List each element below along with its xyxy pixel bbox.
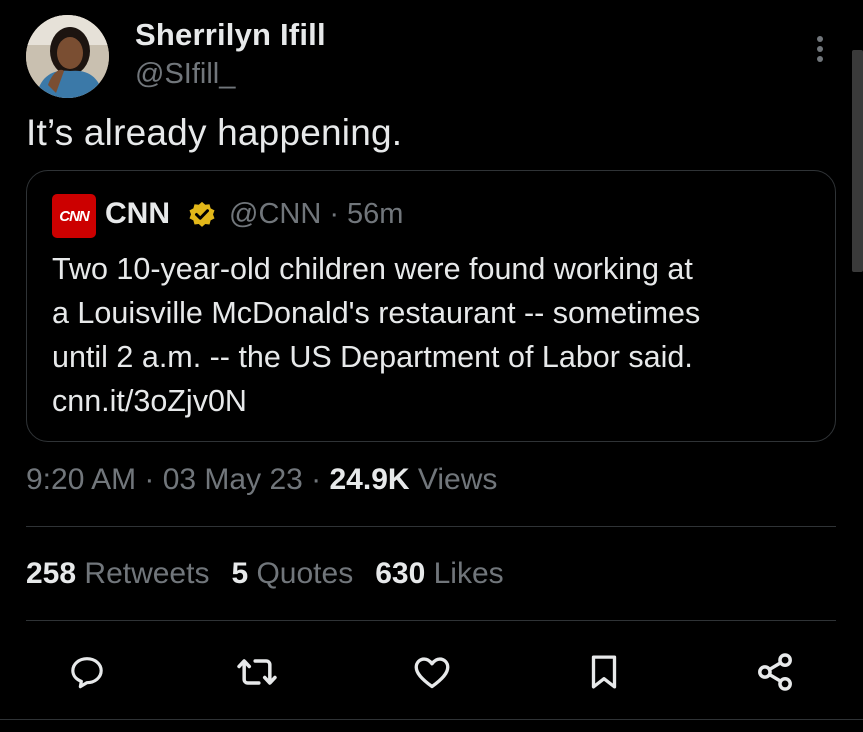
likes-stat[interactable]: 630 Likes bbox=[375, 557, 503, 590]
views-count: 24.9K bbox=[329, 463, 410, 496]
cnn-logo-text: CNN bbox=[59, 207, 89, 225]
scrollbar[interactable] bbox=[852, 50, 863, 272]
avatar[interactable] bbox=[26, 15, 109, 98]
likes-label: Likes bbox=[425, 557, 504, 590]
quoted-body-line: Two 10-year-old children were found work… bbox=[52, 252, 693, 286]
quotes-label: Quotes bbox=[248, 557, 354, 590]
quoted-tweet-body: Two 10-year-old children were found work… bbox=[52, 247, 822, 423]
retweet-icon bbox=[237, 659, 277, 685]
like-button[interactable] bbox=[410, 650, 454, 694]
tweet-time-date[interactable]: 9:20 AM · 03 May 23 · bbox=[26, 463, 329, 496]
tweet-meta: 9:20 AM · 03 May 23 · 24.9K Views bbox=[26, 463, 497, 497]
quoted-body-line: a Louisville McDonald's restaurant -- so… bbox=[52, 296, 701, 330]
retweets-stat[interactable]: 258 Retweets bbox=[26, 557, 209, 590]
author-handle[interactable]: @SIfill_ bbox=[135, 58, 235, 91]
bookmark-icon bbox=[591, 655, 617, 689]
likes-count: 630 bbox=[375, 557, 426, 590]
tweet-text: It’s already happening. bbox=[26, 112, 403, 153]
share-button[interactable] bbox=[753, 650, 797, 694]
retweets-count: 258 bbox=[26, 557, 77, 590]
like-icon bbox=[414, 657, 450, 689]
share-icon bbox=[758, 653, 792, 691]
quoted-author-name: CNN bbox=[105, 197, 170, 230]
quoted-body-line: until 2 a.m. -- the US Department of Lab… bbox=[52, 340, 693, 374]
more-options-icon[interactable] bbox=[808, 30, 832, 70]
retweet-button[interactable] bbox=[235, 650, 279, 694]
quoted-tweet-card[interactable]: CNN CNN @CNN · 56m Two 10-year-old child… bbox=[26, 170, 836, 442]
quotes-count: 5 bbox=[231, 557, 249, 590]
views-label: Views bbox=[409, 463, 498, 496]
bottom-divider bbox=[0, 719, 863, 720]
avatar-image bbox=[26, 15, 109, 98]
cnn-logo-icon: CNN bbox=[52, 194, 96, 238]
divider bbox=[26, 620, 836, 621]
quotes-stat[interactable]: 5 Quotes bbox=[231, 557, 353, 590]
retweets-label: Retweets bbox=[76, 557, 210, 590]
divider bbox=[26, 526, 836, 527]
verified-badge-icon bbox=[189, 201, 215, 227]
engagement-stats: 258 Retweets 5 Quotes 630 Likes bbox=[26, 557, 526, 591]
author-name[interactable]: Sherrilyn Ifill bbox=[135, 17, 326, 53]
quoted-handle-time: @CNN · 56m bbox=[229, 198, 404, 230]
bookmark-button[interactable] bbox=[582, 650, 626, 694]
reply-button[interactable] bbox=[65, 650, 109, 694]
reply-icon bbox=[71, 657, 103, 689]
quoted-body-link[interactable]: cnn.it/3oZjv0N bbox=[52, 379, 822, 423]
